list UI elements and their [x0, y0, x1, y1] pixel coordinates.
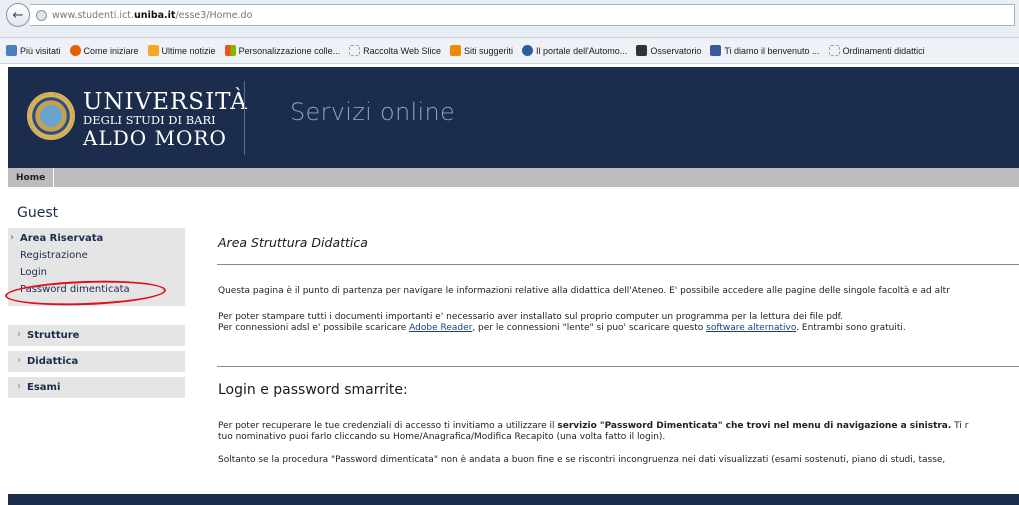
- bookmark-benvenuto[interactable]: Ti diamo il benvenuto ...: [710, 45, 820, 56]
- top-nav: Home: [8, 168, 1019, 187]
- recover-paragraph-line-2: tuo nominativo puoi farlo cliccando su H…: [218, 432, 666, 442]
- service-title: Servizi online: [290, 98, 456, 126]
- chevron-right-icon: ›: [17, 355, 21, 366]
- url-prefix: www.studenti.ict.: [52, 9, 135, 21]
- suggested-sites-icon: [450, 45, 462, 56]
- sidebar-title: Guest: [17, 205, 59, 221]
- pdf-paragraph-line-2: Per connessioni adsl e' possibile scaric…: [218, 323, 906, 333]
- university-seal-icon: [27, 92, 75, 140]
- windows-icon: [224, 45, 236, 56]
- firefox-icon: [69, 45, 81, 56]
- divider: [217, 264, 1019, 265]
- sidebar-item-registrazione[interactable]: Registrazione: [20, 250, 88, 261]
- pdf-paragraph-line-1: Per poter stampare tutti i documenti imp…: [218, 312, 844, 322]
- last-paragraph: Soltanto se la procedura "Password dimen…: [218, 455, 946, 465]
- facebook-icon: [710, 45, 722, 56]
- bookmark-come-iniziare[interactable]: Come iniziare: [69, 45, 139, 56]
- login-section-title: Login e password smarrite:: [218, 382, 408, 398]
- chevron-right-icon: ›: [10, 232, 15, 243]
- sidebar-section-didattica[interactable]: › Didattica: [8, 351, 185, 373]
- intro-paragraph: Questa pagina è il punto di partenza per…: [218, 286, 950, 296]
- rss-icon: [147, 45, 159, 56]
- sidebar-section-strutture[interactable]: › Strutture: [8, 325, 185, 347]
- chevron-right-icon: ›: [17, 329, 21, 340]
- header-divider: [244, 81, 245, 155]
- logo-line-3: ALDO MORO: [83, 125, 227, 150]
- university-logo[interactable]: UNIVERSITÀ DEGLI STUDI DI BARI ALDO MORO: [83, 91, 248, 148]
- globe-icon: [36, 9, 47, 21]
- software-alternativo-link[interactable]: software alternativo: [706, 323, 796, 333]
- sidebar-section-esami[interactable]: › Esami: [8, 377, 185, 399]
- most-visited-icon: [6, 45, 17, 56]
- observatory-icon: [636, 45, 648, 56]
- recover-paragraph-line-1: Per poter recuperare le tue credenziali …: [218, 421, 969, 431]
- site-footer: [8, 494, 1019, 505]
- bookmark-ultime-notizie[interactable]: Ultime notizie: [147, 45, 216, 56]
- url-field[interactable]: www.studenti.ict. uniba.it/esse3/Home.do: [30, 4, 1015, 26]
- bookmark-ordinamenti[interactable]: Ordinamenti didattici: [828, 45, 925, 56]
- web-slice-icon: [349, 45, 361, 56]
- logo-line-1: UNIVERSITÀ: [83, 89, 248, 115]
- sidebar-item-login[interactable]: Login: [20, 267, 47, 278]
- url-domain: uniba.it: [134, 9, 176, 21]
- portal-icon: [522, 45, 534, 56]
- chevron-right-icon: ›: [17, 381, 21, 392]
- divider: [217, 366, 1019, 367]
- bookmarks-bar: Più visitati Come iniziare Ultime notizi…: [0, 38, 1019, 64]
- page-icon: [828, 45, 840, 56]
- logo-line-2: DEGLI STUDI DI BARI: [83, 113, 216, 127]
- back-arrow-icon[interactable]: ←: [6, 3, 30, 27]
- url-suffix: /esse3/Home.do: [175, 9, 253, 21]
- page-title: Area Struttura Didattica: [218, 235, 368, 250]
- site-header: UNIVERSITÀ DEGLI STUDI DI BARI ALDO MORO…: [8, 67, 1019, 168]
- bookmark-piu-visitati[interactable]: Più visitati: [6, 45, 61, 56]
- sidebar-item-area-riservata[interactable]: › Area Riservata: [10, 232, 103, 244]
- bookmark-siti-suggeriti[interactable]: Siti suggeriti: [450, 45, 513, 56]
- bookmark-osservatorio[interactable]: Osservatorio: [636, 45, 701, 56]
- bookmark-personalizzazione[interactable]: Personalizzazione colle...: [224, 45, 340, 56]
- browser-address-bar: ← www.studenti.ict. uniba.it/esse3/Home.d…: [0, 0, 1019, 38]
- bookmark-raccolta-web-slice[interactable]: Raccolta Web Slice: [349, 45, 441, 56]
- tab-home[interactable]: Home: [8, 168, 55, 187]
- adobe-reader-link[interactable]: Adobe Reader: [409, 323, 472, 333]
- bookmark-portale-automobile[interactable]: Il portale dell'Automo...: [522, 45, 627, 56]
